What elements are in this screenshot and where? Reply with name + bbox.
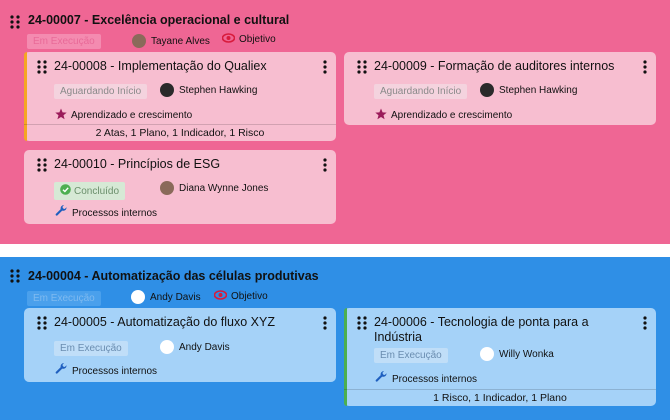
star-icon	[375, 108, 387, 123]
wrench-icon	[55, 363, 68, 379]
group-automatizacao: 24-00004 - Automatização das células pro…	[0, 257, 670, 420]
group-title[interactable]: 24-00007 - Excelência operacional e cult…	[28, 13, 289, 27]
card-owner: Diana Wynne Jones	[160, 181, 268, 195]
avatar	[480, 83, 494, 97]
group-tag: Objetivo	[213, 290, 268, 303]
owner-name: Stephen Hawking	[499, 84, 578, 96]
card-title[interactable]: 24-00006 - Tecnologia de ponta para a In…	[374, 315, 614, 345]
tag-label: Objetivo	[231, 291, 268, 302]
card-summary: 2 Atas, 1 Plano, 1 Indicador, 1 Risco	[24, 124, 336, 141]
card-owner: Stephen Hawking	[160, 83, 257, 97]
drag-handle-icon[interactable]	[10, 15, 20, 29]
group-owner: Andy Davis	[131, 290, 201, 304]
card-owner: Willy Wonka	[480, 347, 554, 361]
eye-icon	[221, 33, 236, 46]
card-summary: 1 Risco, 1 Indicador, 1 Plano	[344, 389, 656, 406]
group-status-badge: Em Execução	[27, 34, 101, 49]
card-24-00005[interactable]: 24-00005 - Automatização do fluxo XYZ Em…	[24, 308, 336, 382]
owner-name: Andy Davis	[179, 341, 230, 353]
drag-handle-icon[interactable]	[37, 158, 47, 172]
card-title[interactable]: 24-00005 - Automatização do fluxo XYZ	[54, 315, 304, 330]
avatar	[132, 34, 146, 48]
group-title[interactable]: 24-00004 - Automatização das células pro…	[28, 269, 319, 283]
drag-handle-icon[interactable]	[37, 316, 47, 330]
kebab-menu-icon[interactable]	[323, 60, 327, 74]
kebab-menu-icon[interactable]	[643, 316, 647, 330]
status-label: Concluído	[74, 185, 120, 197]
status-badge: Aguardando Início	[54, 84, 148, 99]
status-badge: Aguardando Início	[374, 84, 468, 99]
drag-handle-icon[interactable]	[357, 316, 367, 330]
owner-name: Andy Davis	[150, 291, 201, 303]
owner-name: Willy Wonka	[499, 348, 554, 360]
category-label: Processos internos	[392, 373, 478, 385]
wrench-icon	[55, 205, 68, 221]
card-title[interactable]: 24-00008 - Implementação do Qualiex	[54, 59, 304, 74]
kebab-menu-icon[interactable]	[643, 60, 647, 74]
group-tag: Objetivo	[221, 33, 276, 46]
card-24-00009[interactable]: 24-00009 - Formação de auditores interno…	[344, 52, 656, 125]
status-badge: Em Execução	[54, 341, 128, 356]
avatar	[160, 83, 174, 97]
card-24-00006[interactable]: 24-00006 - Tecnologia de ponta para a In…	[344, 308, 656, 406]
card-24-00010[interactable]: 24-00010 - Princípios de ESG Concluído D…	[24, 150, 336, 224]
owner-name: Tayane Alves	[151, 35, 210, 47]
status-badge: Concluído	[54, 182, 126, 200]
avatar	[160, 340, 174, 354]
category-tag: Processos internos	[375, 371, 477, 387]
drag-handle-icon[interactable]	[357, 60, 367, 74]
kebab-menu-icon[interactable]	[323, 316, 327, 330]
category-tag: Processos internos	[55, 205, 157, 221]
category-label: Aprendizado e crescimento	[71, 110, 193, 121]
avatar	[480, 347, 494, 361]
category-tag: Aprendizado e crescimento	[375, 108, 512, 123]
kebab-menu-icon[interactable]	[323, 158, 327, 172]
avatar	[160, 181, 174, 195]
owner-name: Diana Wynne Jones	[179, 182, 269, 194]
tag-label: Objetivo	[239, 34, 276, 45]
star-icon	[55, 108, 67, 123]
card-owner: Andy Davis	[160, 340, 230, 354]
category-tag: Processos internos	[55, 363, 157, 379]
category-label: Aprendizado e crescimento	[391, 110, 513, 121]
check-circle-icon	[60, 184, 71, 198]
card-title[interactable]: 24-00010 - Princípios de ESG	[54, 157, 304, 172]
wrench-icon	[375, 371, 388, 387]
group-excelencia: 24-00007 - Excelência operacional e cult…	[0, 0, 670, 244]
group-owner: Tayane Alves	[132, 34, 210, 48]
card-owner: Stephen Hawking	[480, 83, 577, 97]
card-24-00008[interactable]: 24-00008 - Implementação do Qualiex Agua…	[24, 52, 336, 141]
group-status-badge: Em Execução	[27, 291, 101, 306]
drag-handle-icon[interactable]	[10, 269, 20, 283]
status-badge: Em Execução	[374, 348, 448, 363]
category-label: Processos internos	[72, 365, 158, 377]
card-title[interactable]: 24-00009 - Formação de auditores interno…	[374, 59, 634, 74]
drag-handle-icon[interactable]	[37, 60, 47, 74]
category-label: Processos internos	[72, 207, 158, 219]
owner-name: Stephen Hawking	[179, 84, 258, 96]
eye-icon	[213, 290, 228, 303]
avatar	[131, 290, 145, 304]
category-tag: Aprendizado e crescimento	[55, 108, 192, 123]
